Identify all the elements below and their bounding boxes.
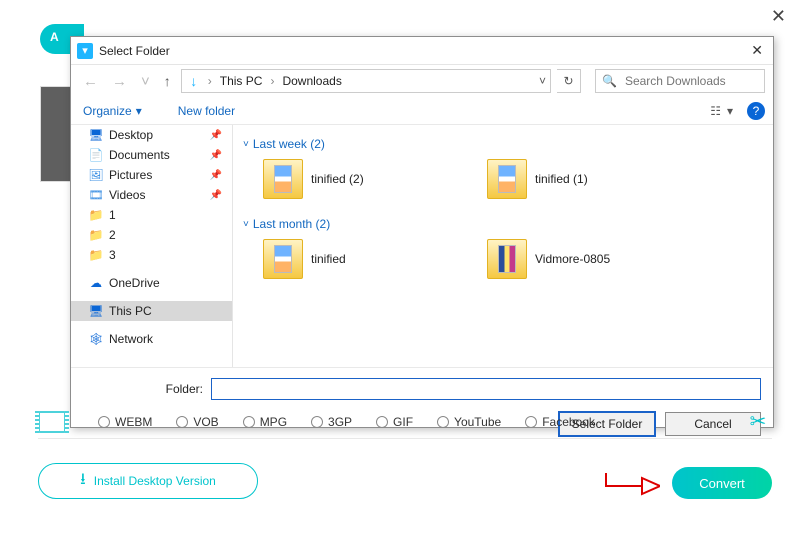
toolbar: Organize▾ New folder ☷ ▾ ?: [71, 97, 773, 125]
folder-thumb-icon: [263, 239, 303, 279]
page-close-icon[interactable]: ✕: [771, 6, 786, 27]
folder-icon: 📁: [89, 228, 103, 242]
videos-icon: 🎞: [89, 188, 103, 202]
network-icon: 🕸: [89, 332, 103, 346]
search-input[interactable]: [623, 73, 758, 89]
cut-icon[interactable]: ✂: [744, 411, 772, 433]
folder-label: Folder:: [83, 382, 203, 396]
nav-row: ← → ˅ ↑ ↓ › This PC › Downloads ˅ ↻ 🔍: [71, 65, 773, 97]
app-icon: ▾: [77, 43, 93, 59]
documents-icon: 📄: [89, 148, 103, 162]
tree-folder-1[interactable]: 📁1: [71, 205, 232, 225]
content-pane: ˅Last week (2) tinified (2) tinified (1)…: [233, 125, 773, 367]
format-vob[interactable]: VOB: [176, 415, 218, 429]
format-youtube[interactable]: YouTube: [437, 415, 501, 429]
organize-menu[interactable]: Organize▾: [79, 102, 146, 120]
format-webm[interactable]: WEBM: [98, 415, 152, 429]
address-bar[interactable]: ↓ › This PC › Downloads ˅: [181, 69, 551, 93]
dialog-title: Select Folder: [99, 44, 170, 58]
folder-icon: 📁: [89, 248, 103, 262]
convert-button[interactable]: Convert: [672, 467, 772, 499]
new-folder-button[interactable]: New folder: [174, 102, 239, 120]
pin-icon: 📌: [210, 190, 222, 201]
breadcrumb-sep: ›: [268, 74, 276, 88]
tree-videos[interactable]: 🎞Videos📌: [71, 185, 232, 205]
chevron-down-icon[interactable]: ▾: [727, 104, 733, 118]
folder-icon: 📁: [89, 208, 103, 222]
onedrive-icon: ☁: [89, 276, 103, 290]
help-icon[interactable]: ?: [747, 102, 765, 120]
pin-icon: 📌: [210, 130, 222, 141]
dialog-close-icon[interactable]: ✕: [747, 42, 767, 59]
pin-icon: 📌: [210, 150, 222, 161]
back-arrow-icon[interactable]: ←: [79, 73, 102, 90]
download-icon: ⭳: [80, 468, 86, 495]
tree-desktop[interactable]: 🖥Desktop📌: [71, 125, 232, 145]
chevron-down-icon: ˅: [243, 139, 249, 150]
install-desktop-button[interactable]: ⭳ Install Desktop Version: [38, 463, 258, 499]
tree-onedrive[interactable]: ☁OneDrive: [71, 273, 232, 293]
search-icon: 🔍: [602, 74, 617, 88]
format-facebook[interactable]: Facebook: [525, 415, 595, 429]
tree-network[interactable]: 🕸Network: [71, 329, 232, 349]
folder-thumb-icon: [263, 159, 303, 199]
downloads-folder-icon: ↓: [186, 73, 202, 89]
tree-pictures[interactable]: 🖼Pictures📌: [71, 165, 232, 185]
film-icon: [38, 411, 66, 433]
format-bar: WEBM VOB MPG 3GP GIF YouTube Facebook ✂: [38, 411, 772, 439]
breadcrumb-sep: ›: [206, 74, 214, 88]
breadcrumb-thispc[interactable]: This PC: [218, 74, 265, 88]
up-arrow-icon[interactable]: ↑: [160, 73, 175, 89]
tree-folder-2[interactable]: 📁2: [71, 225, 232, 245]
folder-tinified-2[interactable]: tinified (2): [261, 157, 471, 201]
format-gif[interactable]: GIF: [376, 415, 413, 429]
format-3gp[interactable]: 3GP: [311, 415, 352, 429]
format-mpg[interactable]: MPG: [243, 415, 287, 429]
folder-thumb-icon: [487, 159, 527, 199]
tree-thispc[interactable]: 🖥This PC: [71, 301, 232, 321]
section-lastmonth[interactable]: ˅Last month (2): [243, 211, 763, 235]
refresh-button[interactable]: ↻: [557, 69, 581, 93]
annotation-arrow: [604, 471, 660, 501]
thispc-icon: 🖥: [89, 304, 103, 318]
tree-folder-3[interactable]: 📁3: [71, 245, 232, 265]
chevron-down-icon: ▾: [136, 104, 142, 118]
folder-tinified-1[interactable]: tinified (1): [485, 157, 695, 201]
pin-icon: 📌: [210, 170, 222, 181]
folder-thumb-icon: [487, 239, 527, 279]
section-lastweek[interactable]: ˅Last week (2): [243, 131, 763, 155]
recent-dropdown-icon[interactable]: ˅: [137, 73, 154, 90]
address-dropdown-icon[interactable]: ˅: [539, 74, 546, 88]
forward-arrow-icon[interactable]: →: [108, 73, 131, 90]
titlebar: ▾ Select Folder ✕: [71, 37, 773, 65]
pictures-icon: 🖼: [89, 168, 103, 182]
breadcrumb-downloads[interactable]: Downloads: [280, 74, 343, 88]
chevron-down-icon: ˅: [243, 219, 249, 230]
desktop-icon: 🖥: [89, 128, 103, 142]
search-box[interactable]: 🔍: [595, 69, 765, 93]
folder-input[interactable]: [211, 378, 761, 400]
folder-vidmore[interactable]: Vidmore-0805: [485, 237, 695, 281]
folder-tinified[interactable]: tinified: [261, 237, 471, 281]
nav-tree: 🖥Desktop📌 📄Documents📌 🖼Pictures📌 🎞Videos…: [71, 125, 233, 367]
select-folder-dialog: ▾ Select Folder ✕ ← → ˅ ↑ ↓ › This PC › …: [70, 36, 774, 428]
view-options-icon[interactable]: ☷: [710, 104, 721, 118]
tree-documents[interactable]: 📄Documents📌: [71, 145, 232, 165]
